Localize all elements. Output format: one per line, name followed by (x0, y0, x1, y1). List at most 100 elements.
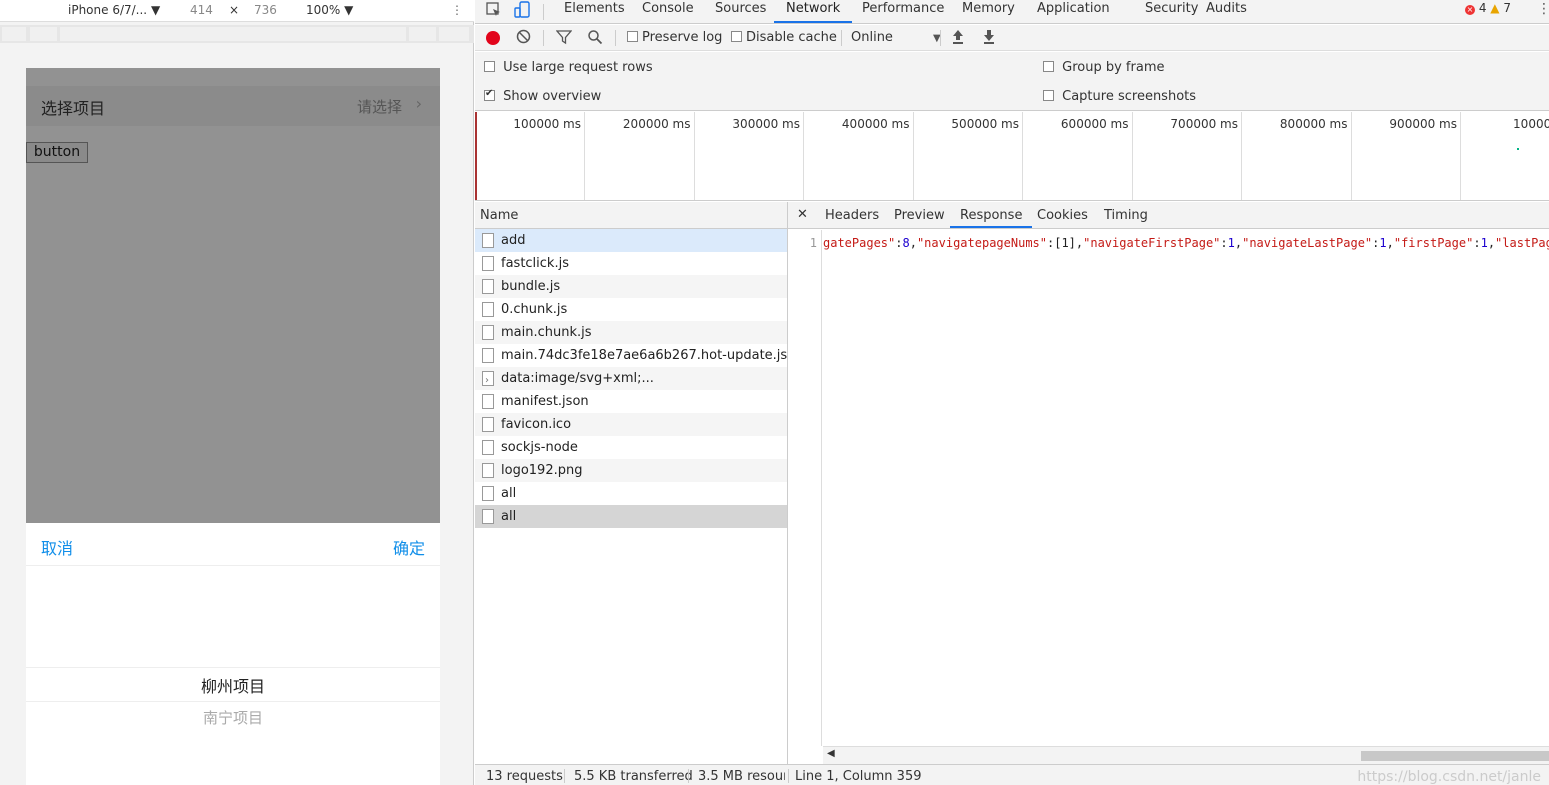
cancel-button[interactable]: 取消 (41, 535, 73, 559)
devtools-panel: Elements Console Sources Network Performance… (475, 0, 1549, 785)
checkbox-unchecked[interactable] (627, 31, 638, 42)
code-token: , (909, 236, 917, 250)
error-count: 4 (1478, 1, 1487, 15)
request-row[interactable]: fastclick.js (475, 252, 787, 275)
request-row[interactable]: all (475, 505, 787, 528)
picker-mask[interactable]: 选择项目 请选择 › button (26, 68, 440, 523)
picker-placeholder: 请选择 (356, 98, 402, 116)
code-token: 1 (1480, 236, 1488, 250)
preserve-log-checkbox[interactable]: Preserve log (627, 30, 722, 45)
checkbox-unchecked[interactable] (1043, 90, 1054, 101)
checkbox-unchecked[interactable] (1043, 61, 1054, 72)
request-row[interactable]: logo192.png (475, 459, 787, 482)
more-options-icon[interactable]: ⋮ (451, 3, 463, 17)
request-name: main.74dc3fe18e7ae6a6b267.hot-update.js (501, 348, 787, 363)
request-name: sockjs-node (501, 440, 578, 455)
zoom-select[interactable]: 100% ▼ (306, 3, 353, 17)
import-har-icon[interactable] (951, 29, 965, 49)
detail-tab-response[interactable]: Response (950, 208, 1033, 228)
capture-screenshots-checkbox[interactable]: Capture screenshots (1043, 89, 1196, 104)
request-row[interactable]: main.74dc3fe18e7ae6a6b267.hot-update.js (475, 344, 787, 367)
code-token: "firstPage" (1393, 236, 1474, 250)
request-row[interactable]: bundle.js (475, 275, 787, 298)
file-icon (482, 369, 494, 390)
tab-security[interactable]: Security (1145, 1, 1198, 23)
tab-performance[interactable]: Performance (862, 1, 944, 23)
device-height-input[interactable]: 736 (254, 3, 277, 17)
watermark: https://blog.csdn.net/janle (1357, 769, 1541, 785)
customize-menu-icon[interactable]: ⋮ (1537, 1, 1549, 17)
tab-audits[interactable]: Audits (1206, 1, 1247, 23)
picker-field[interactable]: 选择项目 请选择 › (26, 86, 440, 126)
request-name: add (501, 233, 526, 248)
horizontal-scrollbar[interactable]: ◀ (823, 746, 1549, 764)
throttling-select[interactable]: Online ▼ (851, 30, 941, 45)
request-name: main.chunk.js (501, 325, 592, 340)
transferred-size: 5.5 KB transferred (574, 769, 693, 784)
dimension-separator: × (229, 3, 240, 17)
group-by-frame-checkbox[interactable]: Group by frame (1043, 60, 1164, 75)
checkbox-unchecked[interactable] (731, 31, 742, 42)
detail-tab-cookies[interactable]: Cookies (1037, 208, 1088, 223)
separator (940, 30, 941, 46)
close-icon[interactable]: ✕ (797, 207, 808, 222)
media-query-bar[interactable] (0, 25, 474, 43)
request-row[interactable]: add (475, 229, 787, 252)
separator (615, 30, 616, 46)
code-token: , (1487, 236, 1496, 250)
request-row[interactable]: data:image/svg+xml;... (475, 367, 787, 390)
request-row[interactable]: manifest.json (475, 390, 787, 413)
export-har-icon[interactable] (982, 29, 996, 49)
request-name: bundle.js (501, 279, 561, 294)
record-button[interactable] (486, 31, 500, 45)
tab-elements[interactable]: Elements (564, 1, 625, 23)
filter-icon[interactable] (555, 29, 573, 49)
request-name: data:image/svg+xml;... (501, 371, 654, 386)
inspect-element-icon[interactable] (485, 1, 503, 19)
confirm-button[interactable]: 确定 (393, 535, 425, 559)
picker-wheel[interactable]: 柳州项目 南宁项目 (26, 566, 440, 785)
checkbox-checked[interactable] (484, 88, 495, 101)
file-icon (482, 463, 494, 478)
tab-memory[interactable]: Memory (962, 1, 1015, 23)
device-select[interactable]: iPhone 6/7/... ▼ (68, 3, 160, 17)
code-token: "navigatepageNums" (916, 236, 1047, 250)
scrollbar-thumb[interactable] (1361, 751, 1549, 761)
show-overview-checkbox[interactable]: Show overview (484, 88, 601, 104)
file-icon (482, 233, 494, 248)
file-icon (482, 279, 494, 294)
detail-tabbar: ✕ Headers Preview Response Cookies Timing (788, 202, 1549, 229)
network-overview[interactable]: 100000 ms 200000 ms 300000 ms 400000 ms 5000… (475, 112, 1549, 201)
tab-network[interactable]: Network (774, 1, 853, 23)
file-icon (482, 394, 494, 409)
code-token: 1 (1227, 236, 1235, 250)
response-body[interactable]: gatePages":8,"navigatepageNums":[1],"nav… (823, 236, 1549, 250)
large-rows-checkbox[interactable]: Use large request rows (484, 60, 653, 75)
request-row[interactable]: all (475, 482, 787, 505)
error-warning-counter[interactable]: × 4 ▲ 7 (1465, 1, 1511, 15)
scroll-left-icon[interactable]: ◀ (827, 748, 835, 759)
name-column-header[interactable]: Name (475, 202, 787, 229)
device-toggle-icon[interactable] (513, 1, 531, 19)
tab-application[interactable]: Application (1037, 1, 1110, 23)
warning-count: 7 (1503, 1, 1511, 15)
search-icon[interactable] (587, 29, 603, 49)
detail-tab-timing[interactable]: Timing (1104, 208, 1148, 223)
code-token: , (1386, 236, 1394, 250)
request-row[interactable]: 0.chunk.js (475, 298, 787, 321)
device-width-input[interactable]: 414 (190, 3, 213, 17)
request-row[interactable]: sockjs-node (475, 436, 787, 459)
request-row[interactable]: main.chunk.js (475, 321, 787, 344)
tab-console[interactable]: Console (642, 1, 694, 23)
file-icon (482, 509, 494, 524)
detail-tab-headers[interactable]: Headers (825, 208, 879, 223)
picker-option-selected[interactable]: 柳州项目 (26, 673, 440, 697)
page-button[interactable]: button (26, 142, 88, 163)
detail-tab-preview[interactable]: Preview (894, 208, 945, 223)
request-row[interactable]: favicon.ico (475, 413, 787, 436)
clear-icon[interactable] (516, 29, 531, 48)
picker-option[interactable]: 南宁项目 (26, 707, 440, 728)
checkbox-unchecked[interactable] (484, 61, 495, 72)
tab-sources[interactable]: Sources (715, 1, 766, 23)
disable-cache-checkbox[interactable]: Disable cache (731, 30, 837, 45)
